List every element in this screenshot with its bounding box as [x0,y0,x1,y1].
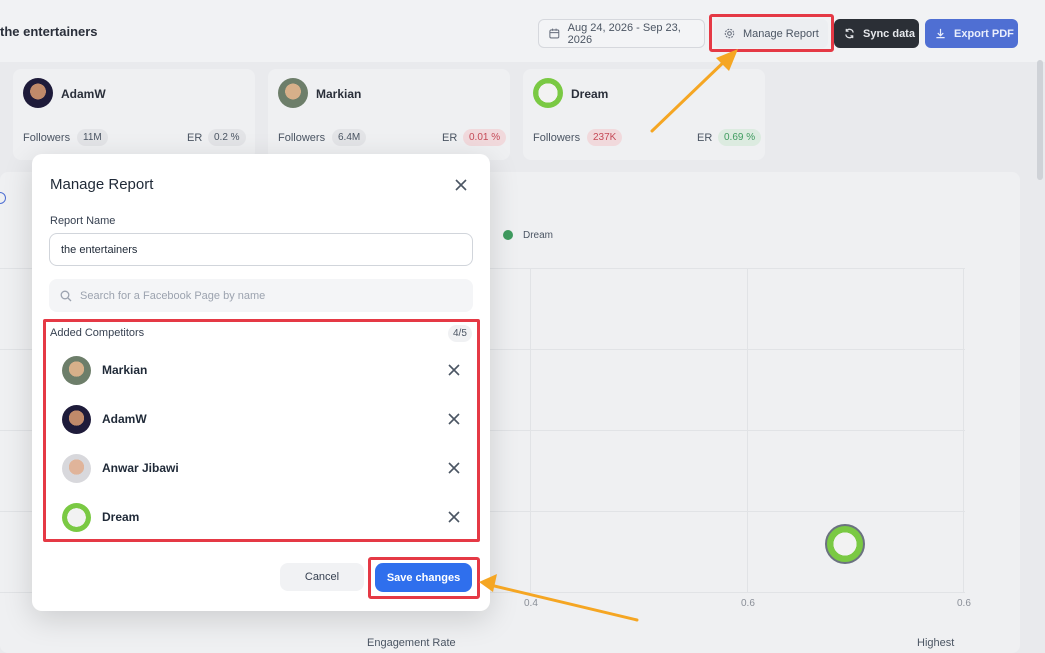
x-tick: 0.6 [957,598,971,609]
er-label: ER [187,132,203,144]
sync-icon [845,28,854,39]
search-icon [60,290,72,301]
followers-value: 237K [587,129,623,146]
scrollbar[interactable] [1037,60,1043,180]
card-name: Markian [316,87,362,101]
followers-label: Followers [278,132,326,144]
highest-label: Highest [917,637,955,649]
report-name-input[interactable]: the entertainers [49,233,473,266]
x-tick: 0.6 [741,598,755,609]
legend-dot-dream [503,230,513,240]
download-icon [936,28,945,39]
modal-title: Manage Report [50,176,154,193]
er-value: 0.01 % [463,129,507,146]
report-title: the entertainers [0,24,98,39]
date-range-picker[interactable]: Aug 24, 2026 - Sep 23, 2026 [538,19,705,48]
er-label: ER [442,132,458,144]
card-name: Dream [571,87,609,101]
competitor-card-adamw[interactable]: AdamW Followers 11M ER 0.2 % [13,69,255,160]
x-tick: 0.4 [524,598,538,609]
followers-label: Followers [533,132,581,144]
followers-label: Followers [23,132,71,144]
date-range-label: Aug 24, 2026 - Sep 23, 2026 [567,21,681,46]
sync-data-button[interactable]: Sync data [834,19,919,48]
cancel-button[interactable]: Cancel [280,563,364,591]
export-pdf-label: Export PDF [954,27,1014,40]
close-icon[interactable] [452,176,470,194]
search-placeholder: Search for a Facebook Page by name [80,289,266,302]
export-pdf-button[interactable]: Export PDF [925,19,1018,48]
er-label: ER [697,132,713,144]
avatar [278,78,308,108]
followers-value: 11M [77,129,108,146]
er-value: 0.2 % [208,129,246,146]
save-changes-highlight [368,557,480,599]
page-search-input[interactable]: Search for a Facebook Page by name [49,279,473,312]
report-name-label: Report Name [50,215,116,227]
x-axis-label: Engagement Rate [367,637,456,649]
competitors-highlight [43,319,480,542]
competitor-card-markian[interactable]: Markian Followers 6.4M ER 0.01 % [268,69,510,160]
er-value: 0.69 % [718,129,762,146]
manage-report-modal: Manage Report Report Name the entertaine… [32,154,490,611]
followers-value: 6.4M [332,129,367,146]
legend-label-dream: Dream [523,230,554,241]
avatar [533,78,563,108]
chart-point-dream[interactable] [825,524,865,564]
card-name: AdamW [61,87,106,101]
calendar-icon [549,28,560,39]
sync-data-label: Sync data [863,27,915,40]
manage-report-highlight [709,14,834,52]
competitor-card-dream[interactable]: Dream Followers 237K ER 0.69 % [523,69,765,160]
avatar [23,78,53,108]
top-bar: the entertainers Aug 24, 2026 - Sep 23, … [0,0,1045,62]
